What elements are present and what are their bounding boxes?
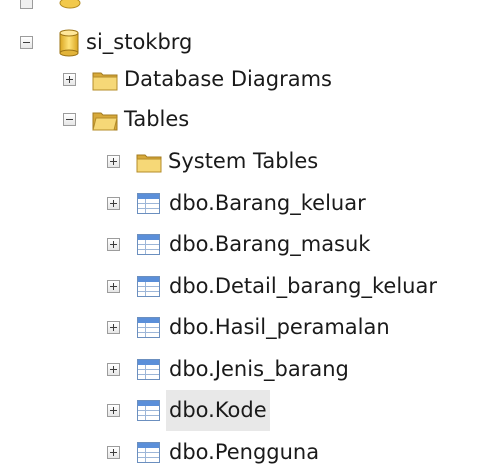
partial-tree-row [0, 0, 486, 14]
expand-expander[interactable] [107, 404, 120, 417]
expand-expander[interactable] [107, 280, 120, 293]
tree-item-tables[interactable]: Tables [63, 99, 192, 140]
database-icon [59, 0, 81, 9]
tree-item-label: dbo.Hasil_peramalan [169, 315, 390, 339]
folder-icon [92, 72, 118, 90]
tree-item-table[interactable]: dbo.Jenis_barang [107, 349, 352, 390]
expand-expander[interactable] [107, 197, 120, 210]
database-icon [59, 29, 79, 56]
table-icon [137, 234, 160, 255]
tree-item-label: Database Diagrams [124, 67, 332, 91]
tree-item-label: dbo.Barang_keluar [169, 191, 366, 215]
partial-expander[interactable] [20, 0, 33, 9]
expand-expander[interactable] [107, 363, 120, 376]
tree-item-table[interactable]: dbo.Detail_barang_keluar [107, 266, 440, 307]
tree-item-table[interactable]: dbo.Hasil_peramalan [107, 307, 393, 348]
expand-expander[interactable] [107, 321, 120, 334]
tree-item-label: dbo.Jenis_barang [169, 357, 349, 381]
tree-item-table[interactable]: dbo.Barang_masuk [107, 224, 373, 265]
expand-expander[interactable] [63, 73, 76, 86]
tree-item-table[interactable]: dbo.Pengguna [107, 432, 322, 473]
tree-item-label: dbo.Detail_barang_keluar [169, 274, 437, 298]
table-icon [137, 276, 160, 297]
collapse-expander[interactable] [63, 113, 76, 126]
expand-expander[interactable] [107, 446, 120, 459]
table-icon [137, 317, 160, 338]
folder-open-icon [92, 112, 118, 130]
folder-icon [136, 154, 162, 172]
tree-item-system-tables[interactable]: System Tables [107, 141, 321, 182]
table-icon [137, 442, 160, 463]
tree-item-label: dbo.Kode [166, 390, 270, 431]
database-label: si_stokbrg [86, 30, 193, 54]
tree-item-label: System Tables [168, 149, 319, 173]
expand-expander[interactable] [107, 155, 120, 168]
tree-item-database[interactable]: si_stokbrg [20, 22, 195, 63]
tree-item-label: dbo.Barang_masuk [169, 232, 371, 256]
table-icon [137, 400, 160, 421]
tree-item-table-selected[interactable]: dbo.Kode [107, 390, 270, 431]
collapse-expander[interactable] [20, 36, 33, 49]
tree-item-label: dbo.Pengguna [169, 440, 320, 464]
tree-item-label: Tables [124, 107, 190, 131]
tree-item-database-diagrams[interactable]: Database Diagrams [63, 59, 335, 100]
expand-expander[interactable] [107, 238, 120, 251]
tree-item-table[interactable]: dbo.Barang_keluar [107, 183, 369, 224]
table-icon [137, 359, 160, 380]
object-explorer-tree: si_stokbrg Database Diagrams Tables Syst… [0, 0, 486, 473]
table-icon [137, 193, 160, 214]
